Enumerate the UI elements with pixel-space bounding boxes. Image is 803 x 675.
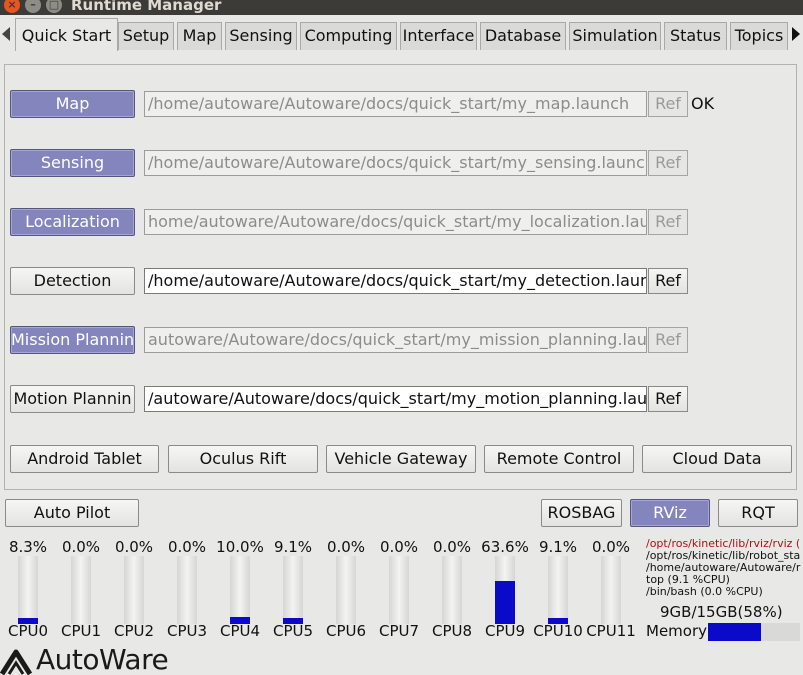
rviz-button[interactable]: RViz [630,499,710,527]
cpu-usage-bar [389,556,409,624]
tab-quick-start[interactable]: Quick Start [15,18,118,51]
memory-usage-text: 9GB/15GB(58%) [660,603,783,621]
tab-bar: Quick Start Setup Map Sensing Computing … [0,18,803,51]
tab-computing[interactable]: Computing [300,22,397,50]
detection-ref-button[interactable]: Ref [648,268,688,294]
cpu-percent-text: 10.0% [216,538,264,556]
tab-sensing[interactable]: Sensing [225,22,297,50]
cpu-label: CPU4 [219,622,261,640]
map-ref-button[interactable]: Ref [648,91,688,117]
auto-pilot-button[interactable]: Auto Pilot [5,499,139,527]
cpu-label: CPU6 [325,622,367,640]
tab-setup[interactable]: Setup [118,22,174,50]
map-launch-path-field[interactable]: /home/autoware/Autoware/docs/quick_start… [144,91,647,117]
scroll-right-arrow-icon[interactable] [792,27,800,41]
cpu-usage-bar [18,556,38,624]
oculus-rift-button[interactable]: Oculus Rift [168,445,318,473]
close-icon[interactable]: × [4,0,20,13]
autoware-logo: AutoWare [0,643,190,675]
process-list: /opt/ros/kinetic/lib/rviz/rviz ( /opt/ro… [646,538,803,602]
cpu-label: CPU9 [484,622,526,640]
cpu-percent-text: 9.1% [273,538,313,556]
cpu-usage-bar-fill [495,581,515,624]
memory-bar-fill [708,623,762,641]
tab-database[interactable]: Database [480,22,566,50]
cpu-usage-bar [601,556,621,624]
title-bar: × – □ Runtime Manager [0,0,803,15]
tab-simulation[interactable]: Simulation [569,22,661,50]
cpu-percent-text: 0.0% [432,538,472,556]
window-title: Runtime Manager [71,0,222,14]
cpu-usage-bar [124,556,144,624]
cpu-label: CPU8 [431,622,473,640]
detection-launch-path-field[interactable]: /home/autoware/Autoware/docs/quick_start… [144,268,647,294]
cpu-percent-text: 0.0% [167,538,207,556]
cpu-usage-bar [283,556,303,624]
cpu-percent-text: 9.1% [538,538,578,556]
cpu-percent-text: 0.0% [61,538,101,556]
android-tablet-button[interactable]: Android Tablet [10,445,159,473]
cpu-usage-bar [336,556,356,624]
detection-button[interactable]: Detection [10,267,135,295]
cpu-percent-text: 0.0% [114,538,154,556]
cpu-percent-text: 8.3% [8,538,48,556]
motion-planning-ref-button[interactable]: Ref [648,386,688,412]
tab-interface[interactable]: Interface [400,22,477,50]
cpu-percent-text: 0.0% [591,538,631,556]
tab-map[interactable]: Map [177,22,222,50]
motion-planning-launch-path-field[interactable]: /autoware/Autoware/docs/quick_start/my_m… [144,386,647,412]
mission-planning-ref-button[interactable]: Ref [648,327,688,353]
cpu-usage-bar [71,556,91,624]
remote-control-button[interactable]: Remote Control [484,445,634,473]
cpu-percent-text: 63.6% [481,538,529,556]
cpu-usage-bar [548,556,568,624]
cpu-percent-text: 0.0% [326,538,366,556]
cpu-label: CPU5 [272,622,314,640]
map-status-text: OK [691,94,715,113]
cpu-usage-bar [442,556,462,624]
tab-topics[interactable]: Topics [730,22,788,50]
cloud-data-button[interactable]: Cloud Data [642,445,792,473]
sensing-button[interactable]: Sensing [10,149,135,177]
tab-status[interactable]: Status [664,22,727,50]
minimize-icon[interactable]: – [25,0,41,13]
cpu-label: CPU11 [586,622,636,640]
rqt-button[interactable]: RQT [718,499,798,527]
cpu-label: CPU7 [378,622,420,640]
sensing-launch-path-field[interactable]: /home/autoware/Autoware/docs/quick_start… [144,150,647,176]
sensing-ref-button[interactable]: Ref [648,150,688,176]
memory-bar [708,623,800,641]
mission-planning-button[interactable]: Mission Plannin [10,326,135,354]
logo-wordmark: AutoWare [36,643,169,675]
cpu-usage-bar [230,556,250,624]
localization-ref-button[interactable]: Ref [648,209,688,235]
scroll-left-arrow-icon[interactable] [2,27,10,41]
cpu-label: CPU10 [533,622,583,640]
process-item: /bin/bash (0.0 %CPU) [646,585,763,598]
localization-launch-path-field[interactable]: home/autoware/Autoware/docs/quick_start/… [144,209,647,235]
cpu-label: CPU2 [113,622,155,640]
localization-button[interactable]: Localization [10,208,135,236]
cpu-label: CPU0 [7,622,49,640]
cpu-usage-bar [495,556,515,624]
autoware-logo-icon [0,649,33,675]
cpu-label: CPU3 [166,622,208,640]
vehicle-gateway-button[interactable]: Vehicle Gateway [326,445,476,473]
cpu-percent-text: 0.0% [379,538,419,556]
cpu-usage-bar [177,556,197,624]
mission-planning-launch-path-field[interactable]: autoware/Autoware/docs/quick_start/my_mi… [144,327,647,353]
rosbag-button[interactable]: ROSBAG [541,499,622,527]
memory-label: Memory [646,622,708,640]
cpu-label: CPU1 [60,622,102,640]
maximize-icon[interactable]: □ [46,0,62,13]
motion-planning-button[interactable]: Motion Plannin [10,385,135,413]
map-button[interactable]: Map [10,90,135,118]
